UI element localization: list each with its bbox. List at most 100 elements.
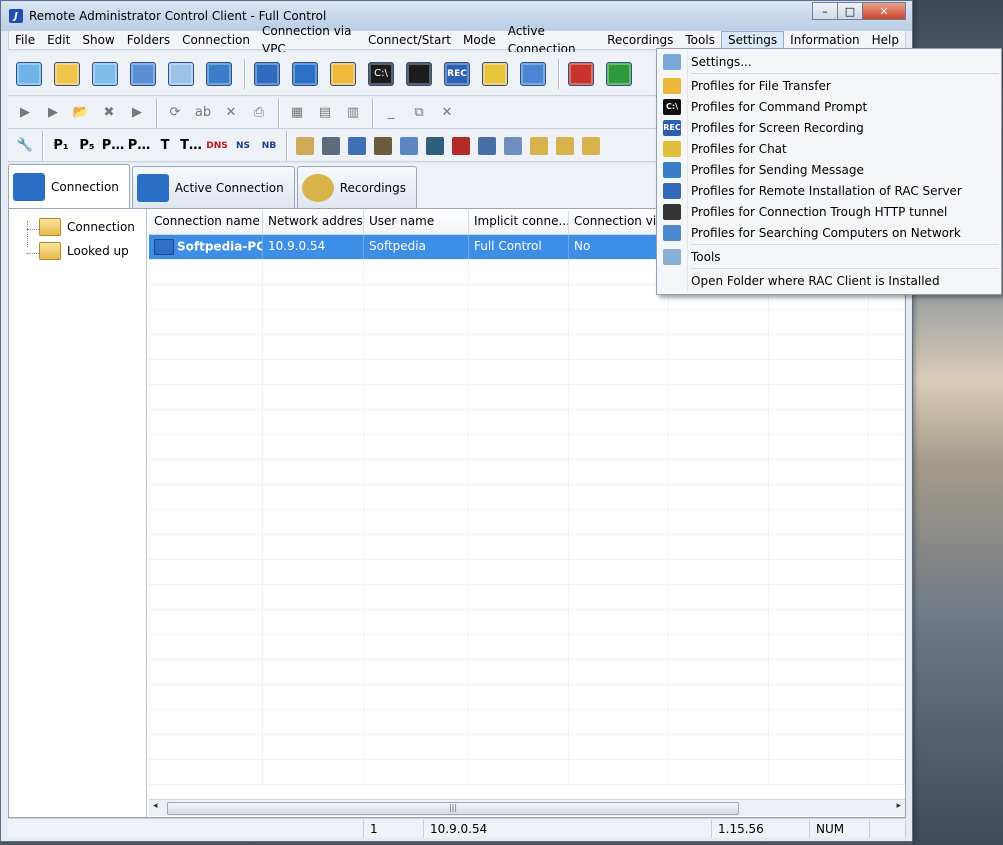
play-icon[interactable]: ▶ bbox=[12, 101, 38, 125]
grid-icon[interactable]: ▦ bbox=[284, 101, 310, 125]
maximize-button[interactable]: □ bbox=[837, 2, 863, 20]
scroll-right-arrow[interactable]: ▸ bbox=[896, 801, 901, 811]
p5-button[interactable]: P₅ bbox=[74, 134, 100, 158]
new-connection-button[interactable] bbox=[12, 57, 46, 91]
view-only-button[interactable] bbox=[288, 57, 322, 91]
menu-separator bbox=[691, 268, 999, 269]
dns-ip-button[interactable]: DNS bbox=[204, 134, 230, 158]
computer-button[interactable] bbox=[344, 134, 370, 158]
menu-item-settings[interactable]: Settings... bbox=[657, 51, 1001, 72]
columns-icon[interactable]: ▤ bbox=[312, 101, 338, 125]
calculator-button[interactable] bbox=[292, 134, 318, 158]
ns-look-button[interactable]: NS bbox=[230, 134, 256, 158]
menu-file[interactable]: File bbox=[9, 31, 41, 49]
properties-button[interactable] bbox=[164, 57, 198, 91]
people-button[interactable] bbox=[370, 134, 396, 158]
file-transfer-button[interactable] bbox=[326, 57, 360, 91]
menu-item-profiles-for-screen-recording[interactable]: REC Profiles for Screen Recording bbox=[657, 117, 1001, 138]
tab-recordings[interactable]: Recordings bbox=[296, 166, 418, 208]
tree-button[interactable] bbox=[474, 134, 500, 158]
menu-item-profiles-for-file-transfer[interactable]: Profiles for File Transfer bbox=[657, 75, 1001, 96]
find-connection-button[interactable] bbox=[88, 57, 122, 91]
cut-icon[interactable]: ✕ bbox=[218, 101, 244, 125]
open-folder-icon[interactable]: 📂 bbox=[68, 101, 94, 125]
table-cell bbox=[569, 310, 669, 334]
title-bar[interactable]: J Remote Administrator Control Client - … bbox=[1, 1, 912, 31]
shutdown-button[interactable] bbox=[564, 57, 598, 91]
menu-item-profiles-for-sending-message[interactable]: Profiles for Sending Message bbox=[657, 159, 1001, 180]
command-prompt-button[interactable]: C:\ bbox=[364, 57, 398, 91]
t-button[interactable]: T… bbox=[178, 134, 204, 158]
wrench-icon-button[interactable]: 🔧 bbox=[12, 134, 38, 158]
disk-c-button[interactable] bbox=[526, 134, 552, 158]
menu-item-open-folder-where-rac-client-is-installed[interactable]: Open Folder where RAC Client is Installe… bbox=[657, 270, 1001, 291]
tab-active-connection[interactable]: Active Connection bbox=[131, 166, 295, 208]
menu-help[interactable]: Help bbox=[866, 31, 905, 49]
horizontal-scrollbar[interactable]: ◂ ||| ▸ bbox=[149, 799, 905, 816]
play-alt-icon[interactable]: ▶ bbox=[40, 101, 66, 125]
menu-connection[interactable]: Connection bbox=[176, 31, 256, 49]
menu-item-profiles-for-searching-computers-on-network[interactable]: Profiles for Searching Computers on Netw… bbox=[657, 222, 1001, 243]
p1-button[interactable]: P₁ bbox=[48, 134, 74, 158]
p-button[interactable]: P… bbox=[100, 134, 126, 158]
rows-icon[interactable]: ▥ bbox=[340, 101, 366, 125]
tree-item-looked-up[interactable]: Looked up bbox=[9, 239, 146, 263]
tree-item-connection[interactable]: Connection bbox=[9, 215, 146, 239]
settings-button[interactable] bbox=[202, 57, 236, 91]
menu-folders[interactable]: Folders bbox=[121, 31, 176, 49]
menu-edit[interactable]: Edit bbox=[41, 31, 76, 49]
close-button[interactable]: ✕ bbox=[862, 2, 906, 20]
monitor-button[interactable] bbox=[402, 57, 436, 91]
menu-item-profiles-for-command-prompt[interactable]: C:\ Profiles for Command Prompt bbox=[657, 96, 1001, 117]
menu-show[interactable]: Show bbox=[76, 31, 120, 49]
column-header-user-name[interactable]: User name bbox=[364, 211, 469, 234]
edit-connection-button[interactable] bbox=[50, 57, 84, 91]
column-header-connection-vi[interactable]: Connection vi... bbox=[569, 211, 669, 234]
send-message-button[interactable] bbox=[516, 57, 550, 91]
table-cell bbox=[869, 410, 905, 434]
step-icon[interactable]: ▶ bbox=[124, 101, 150, 125]
minimize-button[interactable]: – bbox=[812, 2, 838, 20]
column-header-connection-name[interactable]: Connection name bbox=[149, 211, 263, 234]
column-header-implicit-conne[interactable]: Implicit conne... bbox=[469, 211, 569, 234]
terminal-button[interactable] bbox=[422, 134, 448, 158]
screen-recording-button[interactable]: REC bbox=[440, 57, 474, 91]
cube-button[interactable] bbox=[500, 134, 526, 158]
gears-button[interactable] bbox=[318, 134, 344, 158]
menu-item-profiles-for-connection-trough-http-tunnel[interactable]: Profiles for Connection Trough HTTP tunn… bbox=[657, 201, 1001, 222]
menu-tools[interactable]: Tools bbox=[679, 31, 721, 49]
p-button[interactable]: P… bbox=[126, 134, 152, 158]
minimize-icon[interactable]: _ bbox=[378, 101, 404, 125]
disk-e-button[interactable] bbox=[578, 134, 604, 158]
clock-button[interactable] bbox=[448, 134, 474, 158]
delete-icon[interactable]: ✖ bbox=[96, 101, 122, 125]
menu-item-profiles-for-remote-installation-of-rac-server[interactable]: Profiles for Remote Installation of RAC … bbox=[657, 180, 1001, 201]
t-button[interactable]: T bbox=[152, 134, 178, 158]
network-button[interactable] bbox=[396, 134, 422, 158]
table-cell bbox=[869, 360, 905, 384]
power-on-button[interactable] bbox=[602, 57, 636, 91]
scroll-thumb[interactable]: ||| bbox=[167, 802, 739, 815]
scroll-left-arrow[interactable]: ◂ bbox=[153, 801, 158, 811]
menu-settings[interactable]: Settings bbox=[720, 31, 785, 49]
disk-d-button[interactable] bbox=[552, 134, 578, 158]
menu-item-profiles-for-chat[interactable]: Profiles for Chat bbox=[657, 138, 1001, 159]
restore-icon[interactable]: ⧉ bbox=[406, 101, 432, 125]
chat-button[interactable] bbox=[478, 57, 512, 91]
refresh-icon[interactable]: ⟳ bbox=[162, 101, 188, 125]
print-icon[interactable]: ⎙ bbox=[246, 101, 272, 125]
menu-item-tools[interactable]: Tools bbox=[657, 246, 1001, 267]
tab-connection[interactable]: Connection bbox=[8, 164, 130, 208]
rename-icon[interactable]: ab bbox=[190, 101, 216, 125]
menu-mode[interactable]: Mode bbox=[457, 31, 502, 49]
menu-information[interactable]: Information bbox=[784, 31, 865, 49]
close-x-icon[interactable]: ✕ bbox=[434, 101, 460, 125]
table-cell bbox=[469, 685, 569, 709]
search-network-button[interactable] bbox=[126, 57, 160, 91]
nb-stat-button[interactable]: NB bbox=[256, 134, 282, 158]
table-cell bbox=[469, 585, 569, 609]
column-header-network-address[interactable]: Network address bbox=[263, 211, 364, 234]
menu-recordings[interactable]: Recordings bbox=[601, 31, 679, 49]
full-control-button[interactable] bbox=[250, 57, 284, 91]
menu-connect-start[interactable]: Connect/Start bbox=[362, 31, 457, 49]
